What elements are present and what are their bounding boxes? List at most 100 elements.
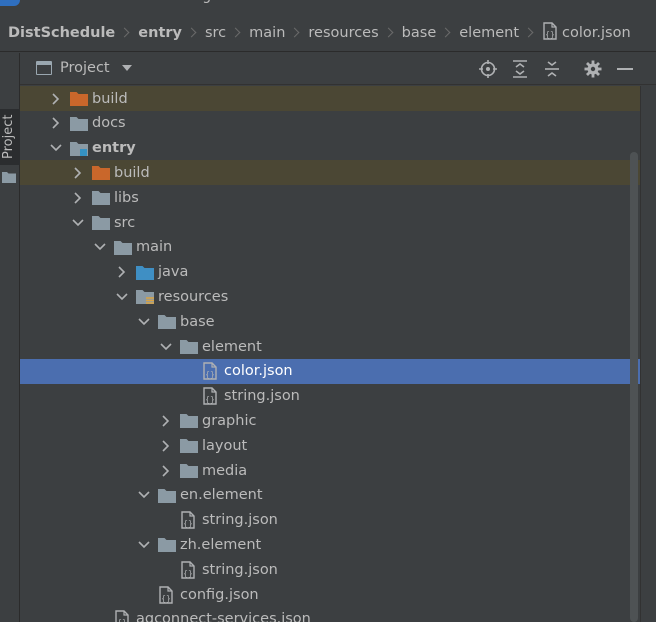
chevron-down-icon[interactable] <box>48 140 64 156</box>
menu-item-build[interactable]: Build <box>383 0 418 4</box>
chevron-right-icon[interactable] <box>48 115 64 131</box>
breadcrumb-item[interactable]: DistSchedule <box>8 25 138 41</box>
chevron-right-icon[interactable] <box>70 165 86 181</box>
chevron-right-icon[interactable] <box>48 91 64 107</box>
chevron-down-icon[interactable] <box>136 487 152 503</box>
settings-gear-icon[interactable] <box>583 59 603 79</box>
tree-node-label: color.json <box>224 363 293 380</box>
chevron-down-icon[interactable] <box>136 314 152 330</box>
tree-node-build[interactable]: build <box>20 86 640 111</box>
tree-node-label: src <box>114 214 136 231</box>
tree-node-label: build <box>114 164 150 181</box>
tool-window-icon <box>36 61 52 75</box>
menu-item-run[interactable]: Run <box>434 0 461 4</box>
tree-node-label: main <box>136 239 173 256</box>
menu-item-tools[interactable]: Tools <box>478 0 513 4</box>
folder-icon <box>70 115 88 131</box>
tree-node-label: base <box>180 313 215 330</box>
folder-icon <box>158 487 176 503</box>
breadcrumb-label: entry <box>138 24 182 41</box>
menu-bar: File Edit View Navigate Code Refactor Build Run… <box>0 0 656 8</box>
chevron-placeholder <box>158 512 174 528</box>
menu-item-view[interactable]: View <box>120 0 153 4</box>
tree-node-en-element[interactable]: en.element <box>20 483 640 508</box>
collapse-all-icon[interactable] <box>542 59 562 79</box>
excluded-folder-icon <box>70 91 88 107</box>
tree-node-src[interactable]: src <box>20 210 640 235</box>
chevron-right-icon[interactable] <box>114 264 130 280</box>
tree-node-label: string.json <box>224 388 300 405</box>
tree-node-config-json[interactable]: {} config.json <box>20 582 640 607</box>
tree-node-label: entry <box>92 140 136 157</box>
breadcrumb-item[interactable]: element <box>459 25 542 41</box>
project-view-selector[interactable]: Project <box>36 60 132 76</box>
breadcrumb-item[interactable]: src <box>205 25 249 41</box>
tree-node-main[interactable]: main <box>20 235 640 260</box>
project-tree: build docs entry build libs src main java resour… <box>20 86 640 622</box>
tree-node-base[interactable]: base <box>20 309 640 334</box>
menu-item-navigate[interactable]: Navigate <box>171 0 234 4</box>
expand-all-icon[interactable] <box>510 59 530 79</box>
tree-node-label: docs <box>92 115 126 132</box>
chevron-down-icon[interactable] <box>114 289 130 305</box>
tree-node-label: zh.element <box>180 536 262 553</box>
tree-node-string-json[interactable]: {} string.json <box>20 557 640 582</box>
breadcrumb-item[interactable]: resources <box>308 25 401 41</box>
chevron-down-icon[interactable] <box>158 339 174 355</box>
chevron-down-icon[interactable] <box>92 239 108 255</box>
menu-item-vcs[interactable]: VCS <box>534 0 562 4</box>
tree-node-label: layout <box>202 437 248 454</box>
tree-node-libs[interactable]: libs <box>20 185 640 210</box>
tree-node-zh-element[interactable]: zh.element <box>20 532 640 557</box>
json-file-icon: {} <box>542 21 558 44</box>
menu-item-h[interactable]: H <box>650 0 656 4</box>
chevron-right-icon[interactable] <box>158 413 174 429</box>
menu-item-file[interactable]: File <box>35 0 58 4</box>
breadcrumb-item[interactable]: entry <box>138 25 205 41</box>
svg-text:{}: {} <box>161 594 171 603</box>
json-file-icon: {} <box>180 511 198 529</box>
tree-node-string-json[interactable]: {} string.json <box>20 384 640 409</box>
tree-node-entry[interactable]: entry <box>20 136 640 161</box>
menu-item-edit[interactable]: Edit <box>76 0 103 4</box>
tree-node-layout[interactable]: layout <box>20 433 640 458</box>
tree-node-label: en.element <box>180 487 263 504</box>
tree-node-docs[interactable]: docs <box>20 111 640 136</box>
tree-node-build[interactable]: build <box>20 160 640 186</box>
tree-node-java[interactable]: java <box>20 260 640 285</box>
breadcrumb-item[interactable]: {} color.json <box>542 21 631 44</box>
tree-node-media[interactable]: media <box>20 458 640 483</box>
tree-node-graphic[interactable]: graphic <box>20 408 640 433</box>
svg-text:{}: {} <box>205 395 215 404</box>
breadcrumb-separator-icon <box>186 27 197 38</box>
project-tab-label[interactable]: Project <box>1 115 16 159</box>
chevron-right-icon[interactable] <box>158 463 174 479</box>
app-logo-icon <box>0 0 20 6</box>
tree-node-label: graphic <box>202 412 257 429</box>
chevron-right-icon[interactable] <box>158 438 174 454</box>
tree-node-agconnect-services-json[interactable]: {} agconnect-services.json <box>20 607 640 622</box>
tree-node-resources[interactable]: resources <box>20 284 640 309</box>
tree-node-element[interactable]: element <box>20 334 640 359</box>
breadcrumb-item[interactable]: main <box>249 25 308 41</box>
chevron-down-icon[interactable] <box>136 537 152 553</box>
resources-folder-icon <box>136 289 154 305</box>
locate-icon[interactable] <box>478 59 498 79</box>
module-folder-icon <box>70 140 88 156</box>
breadcrumb-item[interactable]: base <box>402 25 460 41</box>
project-panel-header: Project <box>20 53 656 85</box>
chevron-right-icon[interactable] <box>70 190 86 206</box>
breadcrumb-label: src <box>204 24 227 41</box>
vertical-scrollbar[interactable] <box>630 152 638 622</box>
menu-item-code[interactable]: Code <box>250 0 286 4</box>
menu-item-refactor[interactable]: Refactor <box>304 0 363 4</box>
svg-text:{}: {} <box>205 370 215 379</box>
chevron-down-icon[interactable] <box>70 215 86 231</box>
tree-node-label: string.json <box>202 512 278 529</box>
chevron-placeholder <box>180 388 196 404</box>
menu-item-window[interactable]: Window <box>577 0 632 4</box>
tree-node-color-json[interactable]: {} color.json <box>20 358 640 384</box>
hide-minus-icon[interactable] <box>615 59 635 79</box>
json-file-icon: {} <box>114 610 132 622</box>
tree-node-string-json[interactable]: {} string.json <box>20 508 640 533</box>
